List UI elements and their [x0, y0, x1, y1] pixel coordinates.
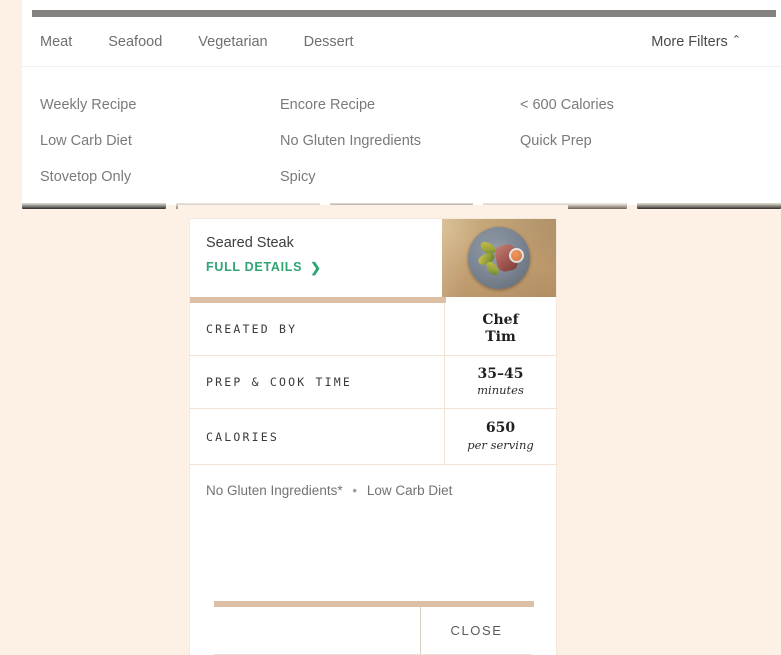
- tab-vegetarian[interactable]: Vegetarian: [198, 34, 267, 50]
- spec-label-calories: CALORIES: [190, 409, 445, 464]
- filter-option-spicy[interactable]: Spicy: [280, 169, 520, 185]
- spec-label-created-by: CREATED BY: [190, 303, 445, 355]
- chevron-right-icon: ❯: [310, 259, 322, 275]
- filter-option-weekly-recipe[interactable]: Weekly Recipe: [40, 97, 280, 113]
- footer-spacer: [214, 607, 421, 654]
- filter-option-under-600-calories[interactable]: < 600 Calories: [520, 97, 763, 113]
- table-row: CALORIES 650 per serving: [190, 409, 556, 465]
- spec-label-prep-cook-time: PREP & COOK TIME: [190, 356, 445, 408]
- recipe-tag-no-gluten: No Gluten Ingredients*: [206, 483, 343, 498]
- spec-value-line2: Tim: [485, 329, 516, 345]
- spec-value-unit: per serving: [467, 437, 534, 452]
- tag-separator-dot: •: [352, 483, 358, 498]
- spec-value-calories: 650 per serving: [445, 409, 556, 464]
- spec-value-line1: 35–45: [477, 365, 524, 382]
- sauce-bowl-shape: [509, 248, 524, 263]
- chevron-up-icon: ⌃: [731, 34, 741, 46]
- filter-panel: Meat Seafood Vegetarian Dessert More Fil…: [22, 17, 781, 203]
- recipe-tags: No Gluten Ingredients* • Low Carb Diet: [190, 465, 556, 498]
- top-divider-bar: [32, 10, 776, 17]
- recipe-card-footer: CLOSE: [190, 601, 556, 655]
- full-details-label: FULL DETAILS: [206, 260, 303, 274]
- close-button[interactable]: CLOSE: [421, 607, 532, 654]
- filter-option-encore-recipe[interactable]: Encore Recipe: [280, 97, 520, 113]
- filter-option-quick-prep[interactable]: Quick Prep: [520, 133, 763, 149]
- filter-options-grid: Weekly Recipe Encore Recipe < 600 Calori…: [22, 67, 781, 195]
- recipe-photo: [442, 219, 556, 297]
- spec-value-unit: minutes: [477, 383, 524, 398]
- tab-dessert[interactable]: Dessert: [304, 34, 354, 50]
- filter-category-tabs: Meat Seafood Vegetarian Dessert More Fil…: [22, 17, 781, 67]
- spec-value-prep-cook-time: 35–45 minutes: [445, 356, 556, 408]
- full-details-link[interactable]: FULL DETAILS ❯: [206, 260, 322, 274]
- filter-option-stovetop-only[interactable]: Stovetop Only: [40, 169, 280, 185]
- recipe-modal-overlay: Seared Steak FULL DETAILS ❯ CREATED BY C…: [178, 205, 568, 655]
- spec-value-line1: 650: [485, 420, 516, 437]
- filter-option-low-carb-diet[interactable]: Low Carb Diet: [40, 133, 280, 149]
- more-filters-label: More Filters: [651, 33, 728, 50]
- table-row: CREATED BY Chef Tim: [190, 303, 556, 356]
- tab-meat[interactable]: Meat: [40, 34, 72, 50]
- recipe-spec-table: CREATED BY Chef Tim PREP & COOK TIME 35–…: [190, 303, 556, 465]
- recipe-title: Seared Steak: [206, 235, 294, 251]
- recipe-tag-low-carb: Low Carb Diet: [366, 483, 453, 498]
- table-row: PREP & COOK TIME 35–45 minutes: [190, 356, 556, 409]
- more-filters-toggle[interactable]: More Filters ⌃: [651, 34, 763, 50]
- spec-value-created-by: Chef Tim: [445, 303, 556, 355]
- spec-value-line1: Chef: [482, 312, 519, 329]
- recipe-card-header: Seared Steak FULL DETAILS ❯: [190, 219, 556, 297]
- filter-option-no-gluten-ingredients[interactable]: No Gluten Ingredients: [280, 133, 520, 149]
- footer-actions-row: CLOSE: [214, 607, 532, 655]
- tab-seafood[interactable]: Seafood: [108, 34, 162, 50]
- recipe-detail-card: Seared Steak FULL DETAILS ❯ CREATED BY C…: [190, 219, 556, 655]
- recipe-card-header-text: Seared Steak FULL DETAILS ❯: [190, 219, 442, 297]
